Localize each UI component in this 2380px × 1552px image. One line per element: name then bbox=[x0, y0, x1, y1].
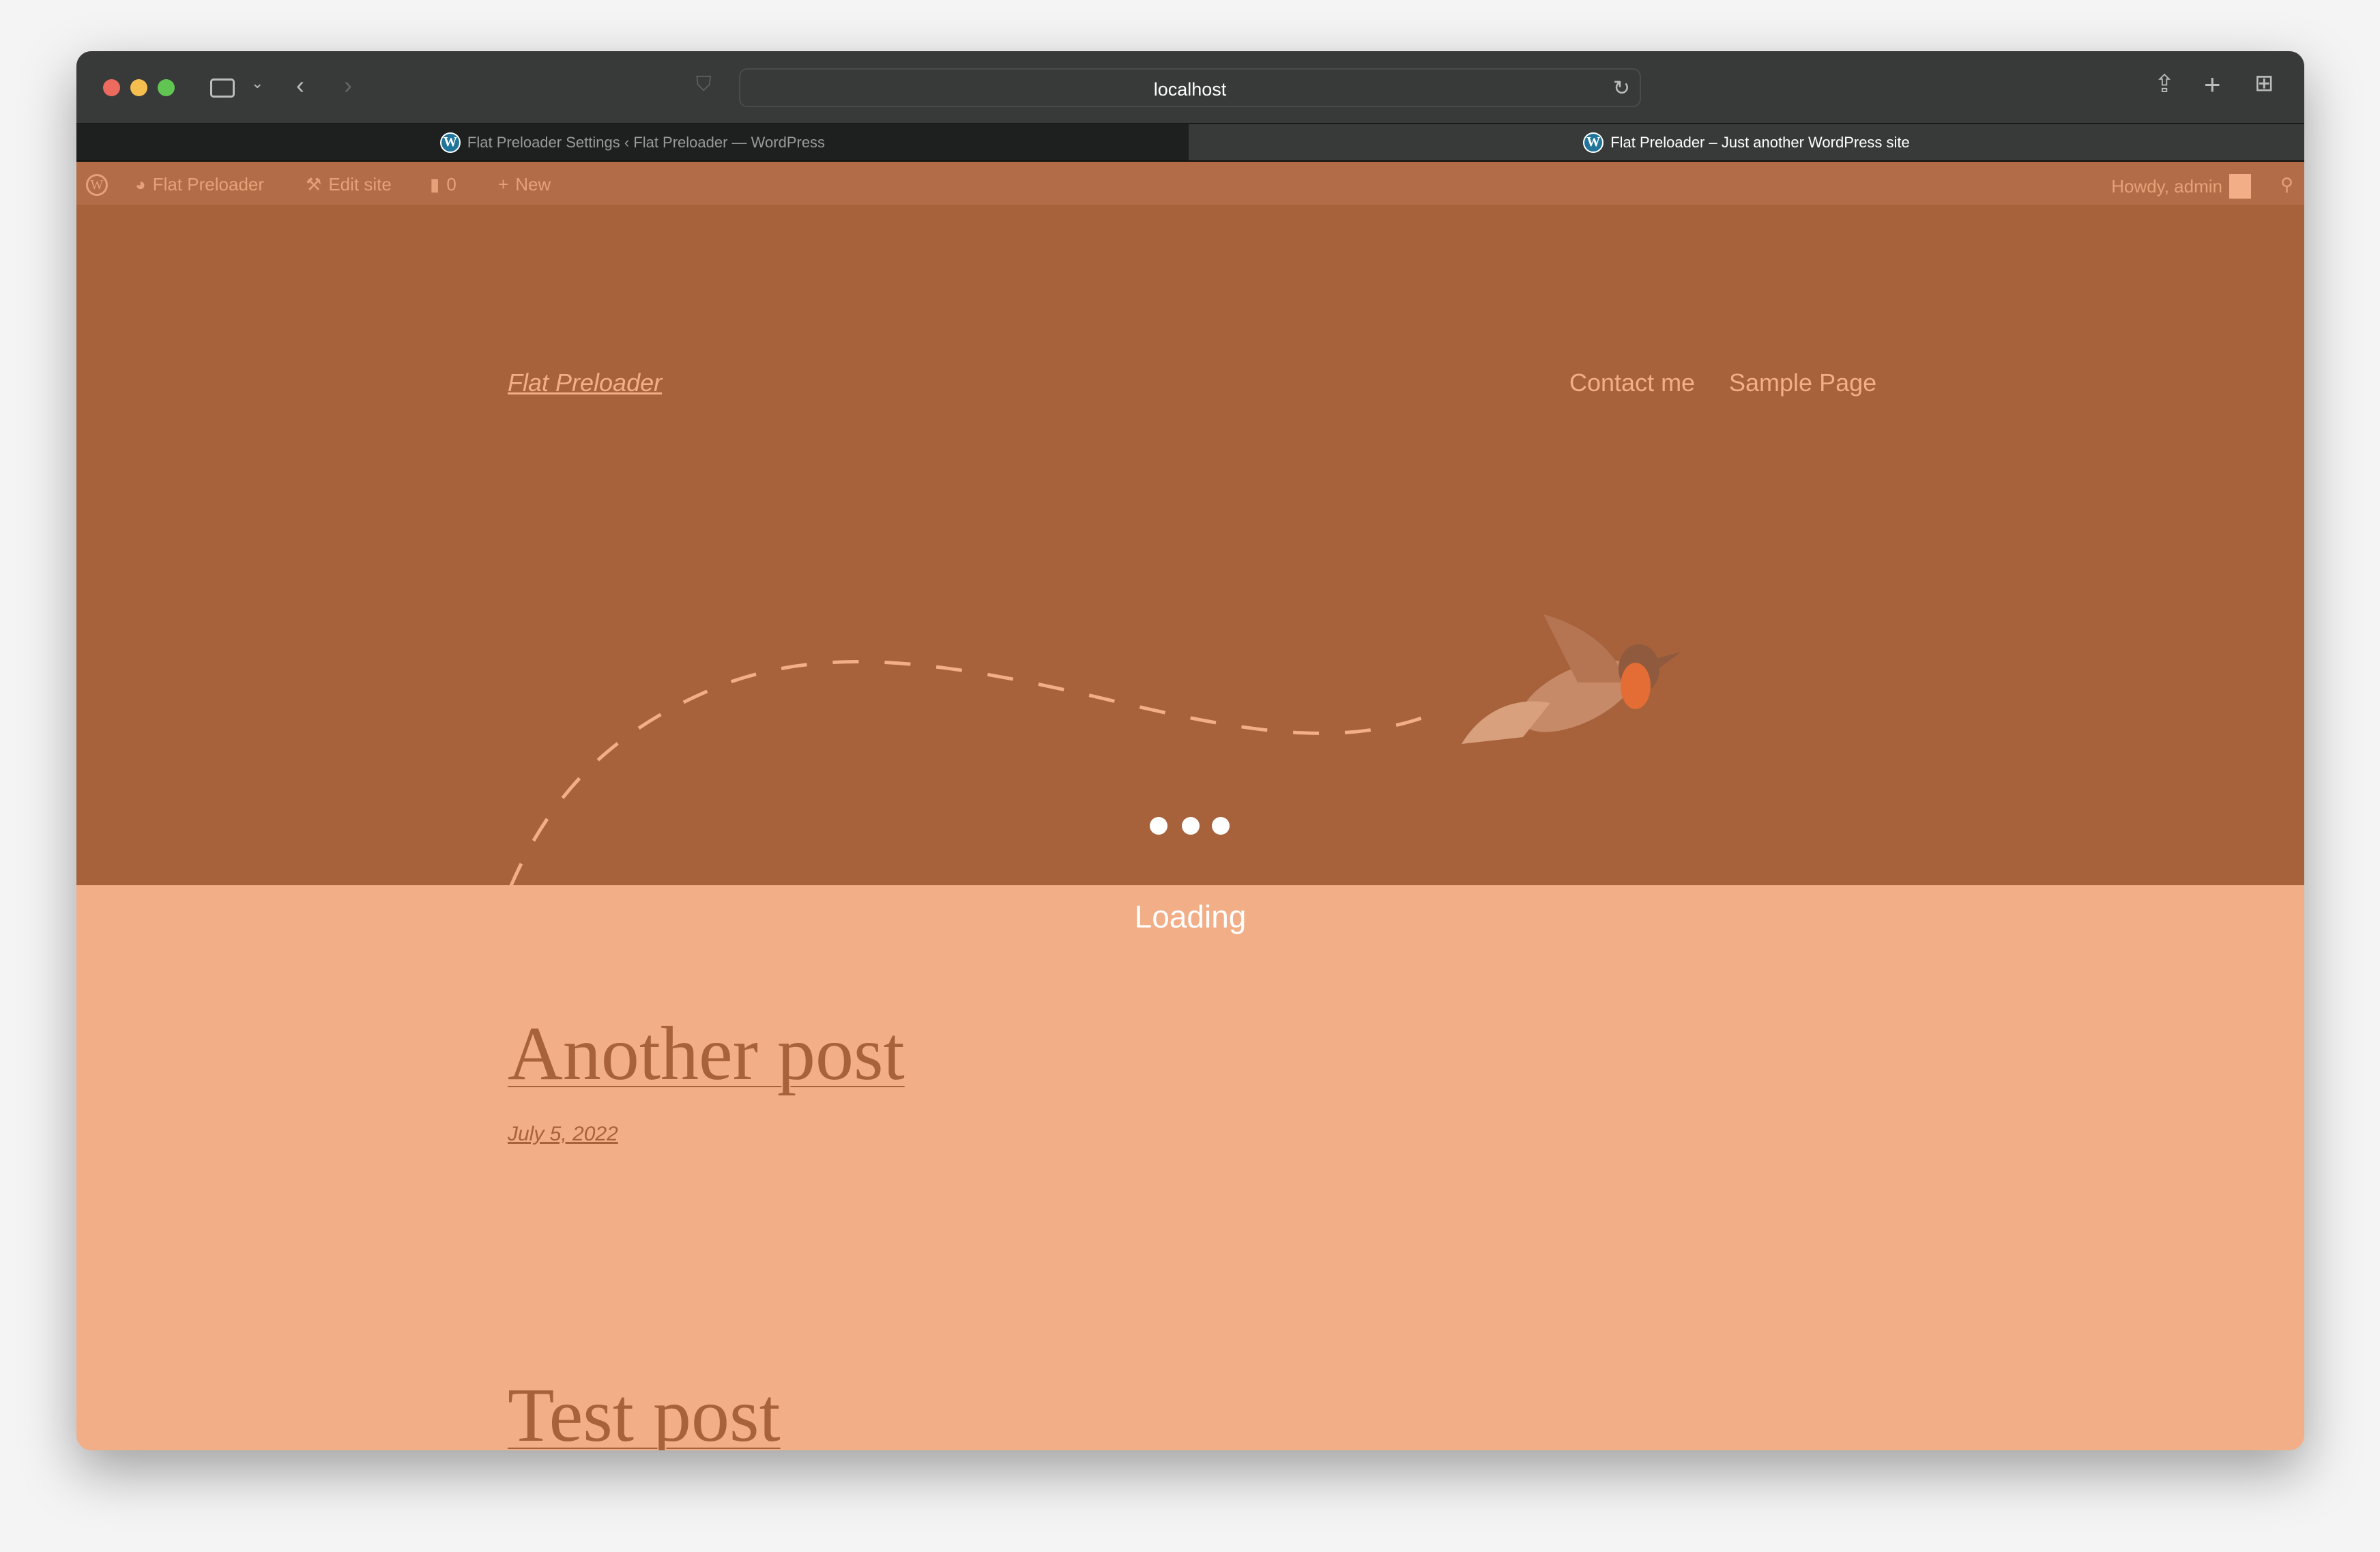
site-name: Flat Preloader bbox=[152, 174, 265, 195]
comment-icon: ▮ bbox=[430, 174, 440, 195]
wp-logo-icon[interactable]: W bbox=[86, 174, 108, 196]
new-link[interactable]: + New bbox=[498, 174, 551, 195]
preloader-overlay: Flat Preloader Contact me Sample Page Lo… bbox=[76, 205, 2304, 934]
avatar bbox=[2229, 174, 2251, 199]
plus-icon: + bbox=[498, 174, 509, 195]
shield-icon[interactable]: ⛉ bbox=[696, 74, 712, 95]
forward-icon[interactable]: › bbox=[344, 73, 352, 98]
browser-window: ⌄ ‹ › ⛉ localhost ↻ ⇪ + ⊞ W Flat Preloade… bbox=[76, 51, 2304, 1450]
browser-toolbar: ⌄ ‹ › ⛉ localhost ↻ ⇪ + ⊞ bbox=[76, 51, 2304, 123]
tab-title: Flat Preloader Settings ‹ Flat Preloader… bbox=[467, 133, 826, 151]
tab-overview-icon[interactable]: ⊞ bbox=[2254, 72, 2274, 95]
maximize-window-button[interactable] bbox=[158, 79, 175, 96]
wp-admin-bar: W ◕ Flat Preloader ⚒ Edit site ▮ 0 + New How… bbox=[76, 162, 2304, 205]
reload-icon[interactable]: ↻ bbox=[1613, 76, 1630, 100]
tab-settings[interactable]: W Flat Preloader Settings ‹ Flat Preloade… bbox=[76, 124, 1189, 160]
share-icon[interactable]: ⇪ bbox=[2154, 72, 2175, 96]
tab-title: Flat Preloader – Just another WordPress … bbox=[1610, 133, 1910, 151]
account-menu[interactable]: Howdy, admin bbox=[2111, 174, 2251, 199]
comment-count: 0 bbox=[446, 174, 456, 195]
loading-dot bbox=[1182, 817, 1200, 835]
minimize-window-button[interactable] bbox=[130, 79, 147, 96]
wordpress-icon: W bbox=[439, 132, 461, 153]
new-label: New bbox=[515, 174, 551, 195]
new-tab-icon[interactable]: + bbox=[2204, 70, 2221, 99]
dashboard-icon: ◕ bbox=[135, 174, 146, 195]
tab-bar: W Flat Preloader Settings ‹ Flat Preloade… bbox=[76, 123, 2304, 162]
address-bar[interactable]: localhost ↻ bbox=[739, 68, 1641, 107]
hammer-icon: ⚒ bbox=[306, 174, 322, 195]
edit-site-link[interactable]: ⚒ Edit site bbox=[306, 174, 392, 195]
url-text: localhost bbox=[1153, 79, 1227, 100]
close-window-button[interactable] bbox=[103, 79, 120, 96]
post-title-link[interactable]: Another post bbox=[508, 1010, 905, 1098]
tab-site[interactable]: W Flat Preloader – Just another WordPress… bbox=[1189, 124, 2304, 160]
chevron-down-icon[interactable]: ⌄ bbox=[251, 76, 263, 91]
loading-dot bbox=[1212, 817, 1230, 835]
flight-path bbox=[509, 614, 1681, 885]
wordpress-icon: W bbox=[1583, 132, 1604, 153]
bird-illustration bbox=[1462, 614, 1681, 744]
howdy-text: Howdy, admin bbox=[2111, 175, 2222, 197]
edit-label: Edit site bbox=[328, 174, 392, 195]
sidebar-toggle-icon[interactable] bbox=[210, 78, 235, 98]
admin-site-link[interactable]: ◕ Flat Preloader bbox=[135, 174, 264, 195]
post-title-link[interactable]: Test post bbox=[508, 1372, 781, 1450]
loading-text: Loading bbox=[1134, 899, 1247, 934]
dashed-path bbox=[509, 660, 1436, 885]
search-icon[interactable]: ⚲ bbox=[2280, 174, 2293, 195]
post-date-link[interactable]: July 5, 2022 bbox=[508, 1123, 618, 1146]
comments-link[interactable]: ▮ 0 bbox=[430, 174, 456, 195]
loading-dot bbox=[1150, 817, 1167, 835]
back-icon[interactable]: ‹ bbox=[296, 73, 304, 98]
